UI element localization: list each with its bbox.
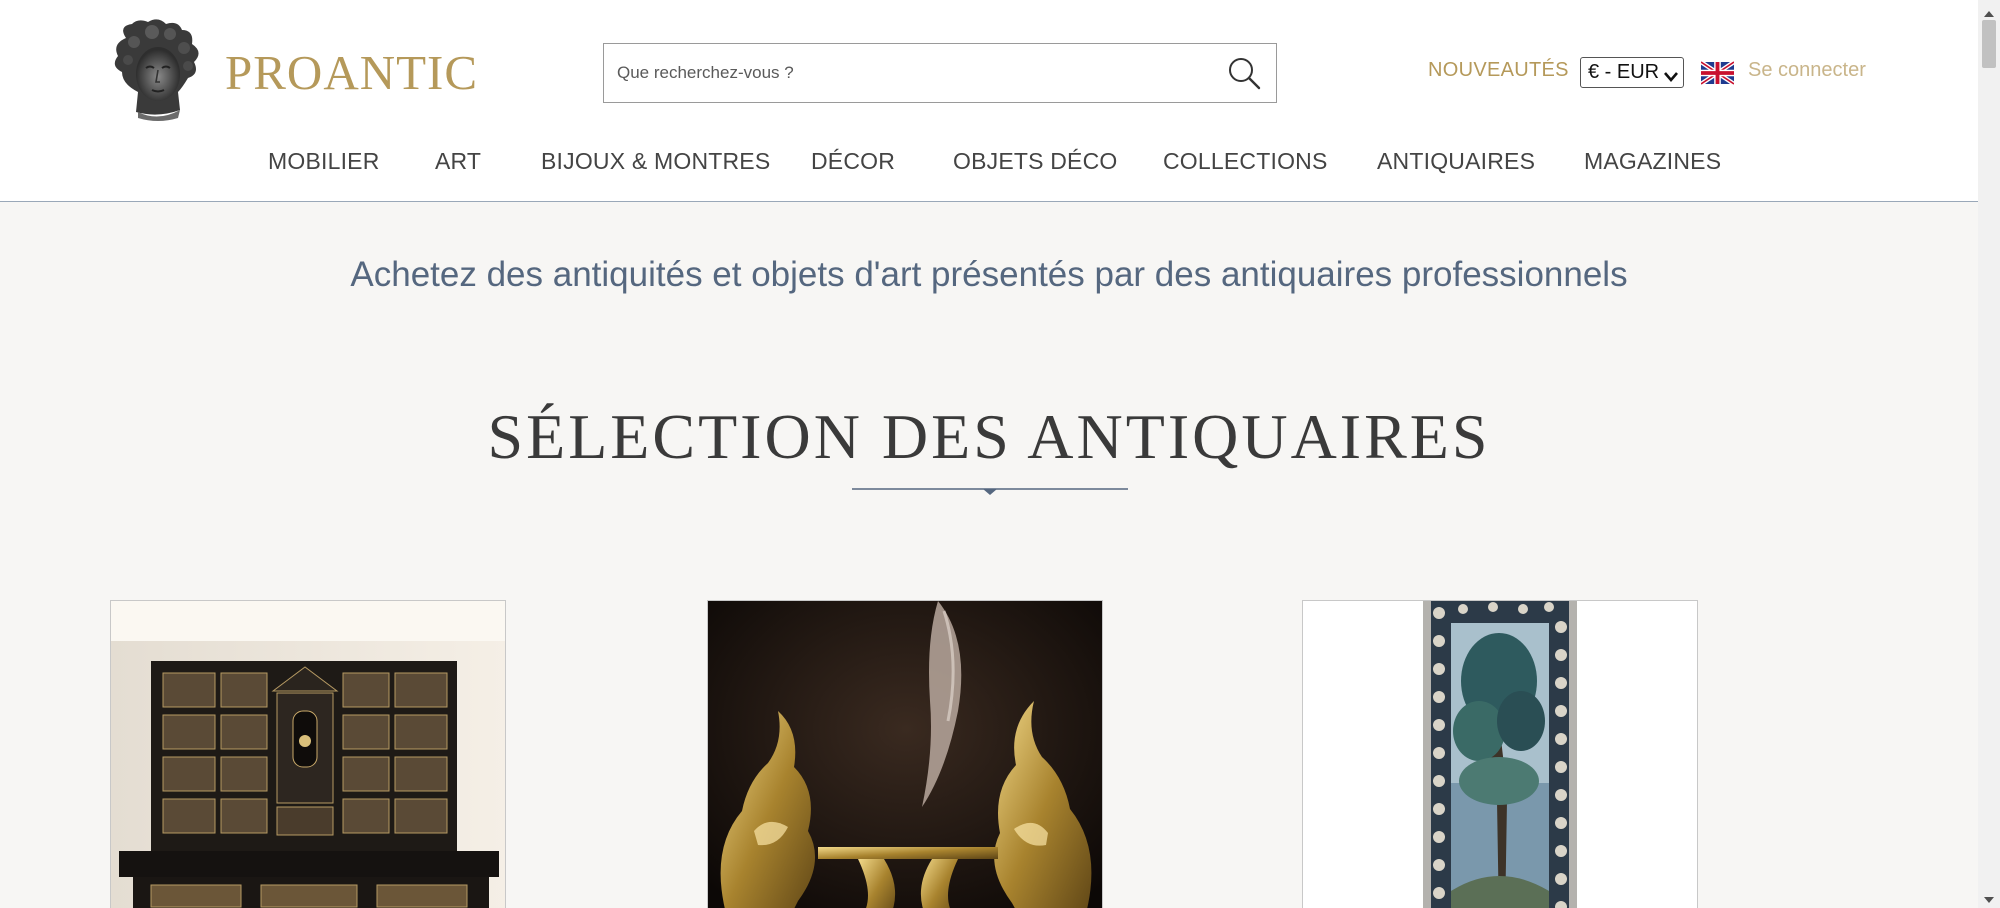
section-title: SÉLECTION DES ANTIQUAIRES [487,401,1491,472]
nav-item-magazines[interactable]: MAGAZINES [1584,148,1721,175]
search-input[interactable] [604,44,1204,102]
uk-flag-icon[interactable] [1699,60,1736,86]
site-header: PROANTIC NOUVEAUTÉS € - EUR Se connecter… [0,0,1978,202]
divider-diamond-icon [852,484,1128,498]
product-card-firedogs[interactable] [707,600,1103,908]
scroll-up-icon[interactable] [1982,6,1996,17]
brand-name[interactable]: PROANTIC [225,44,478,101]
nav-item-collections[interactable]: COLLECTIONS [1163,148,1328,175]
search-icon[interactable] [1226,55,1262,91]
product-card-cabinet[interactable] [110,600,506,908]
nav-item-decor[interactable]: DÉCOR [811,148,895,175]
new-items-link[interactable]: NOUVEAUTÉS [1428,59,1569,82]
caret-down-icon [1664,66,1678,89]
login-link[interactable]: Se connecter [1748,59,1866,82]
logo-bust-icon[interactable] [108,18,208,122]
nav-item-bijoux-montres[interactable]: BIJOUX & MONTRES [541,148,770,175]
currency-value: € - EUR [1588,61,1660,83]
nav-item-objets-deco[interactable]: OBJETS DÉCO [953,148,1118,175]
tagline: Achetez des antiquités et objets d'art p… [350,255,1628,294]
scroll-thumb[interactable] [1982,20,1996,68]
nav-item-art[interactable]: ART [435,148,481,175]
nav-item-antiquaires[interactable]: ANTIQUAIRES [1377,148,1535,175]
nav-item-mobilier[interactable]: MOBILIER [268,148,380,175]
product-card-tapestry[interactable] [1302,600,1698,908]
currency-select[interactable]: € - EUR [1580,57,1684,88]
scroll-down-icon[interactable] [1982,892,1996,903]
search-box [603,43,1277,103]
main-nav: MOBILIER ART BIJOUX & MONTRES DÉCOR OBJE… [0,148,1978,178]
page-scrollbar[interactable] [1978,0,2000,908]
